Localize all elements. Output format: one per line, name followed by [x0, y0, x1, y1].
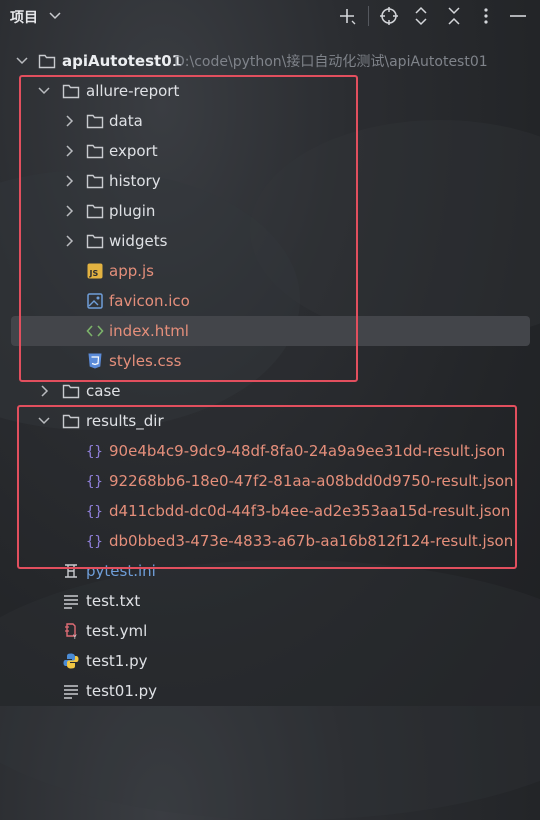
- folder-label: case: [86, 382, 121, 400]
- plus-icon[interactable]: [336, 4, 360, 28]
- chevron-down-icon[interactable]: [15, 53, 29, 69]
- file-label: test.txt: [86, 592, 141, 610]
- python-file-icon: [63, 653, 79, 669]
- file-label: test1.py: [86, 652, 148, 670]
- svg-text:Y: Y: [72, 634, 77, 640]
- expand-all-icon[interactable]: [409, 4, 433, 28]
- highlight-box-results-dir: [17, 405, 517, 569]
- folder-icon: [38, 54, 56, 69]
- toolbar-separator: [368, 6, 369, 26]
- highlight-box-allure-report: [19, 75, 358, 382]
- chevron-down-icon[interactable]: [48, 6, 62, 26]
- text-file-icon: [64, 685, 78, 699]
- tree-row-file[interactable]: test1.py: [0, 646, 540, 676]
- tree-row-file[interactable]: test01.py: [0, 676, 540, 706]
- more-options-icon[interactable]: [474, 4, 498, 28]
- minimize-icon[interactable]: [506, 4, 530, 28]
- yaml-file-icon: Y: [65, 623, 77, 640]
- file-label: test.yml: [86, 622, 148, 640]
- collapse-all-icon[interactable]: [442, 4, 466, 28]
- root-folder-label: apiAutotest01: [62, 52, 183, 70]
- chevron-right-icon[interactable]: [37, 383, 51, 399]
- panel-title[interactable]: 项目: [10, 7, 38, 27]
- file-label: test01.py: [86, 682, 158, 700]
- tree-row-file[interactable]: test.txt: [0, 586, 540, 616]
- folder-icon: [62, 384, 80, 399]
- text-file-icon: [64, 595, 78, 609]
- tree-row-file[interactable]: Y test.yml: [0, 616, 540, 646]
- project-panel-header: 项目: [0, 0, 540, 34]
- crosshair-icon[interactable]: [377, 4, 401, 28]
- root-folder-path: D:\code\python\接口自动化测试\apiAutotest01: [174, 54, 488, 70]
- tree-row-root[interactable]: apiAutotest01 D:\code\python\接口自动化测试\api…: [0, 46, 540, 76]
